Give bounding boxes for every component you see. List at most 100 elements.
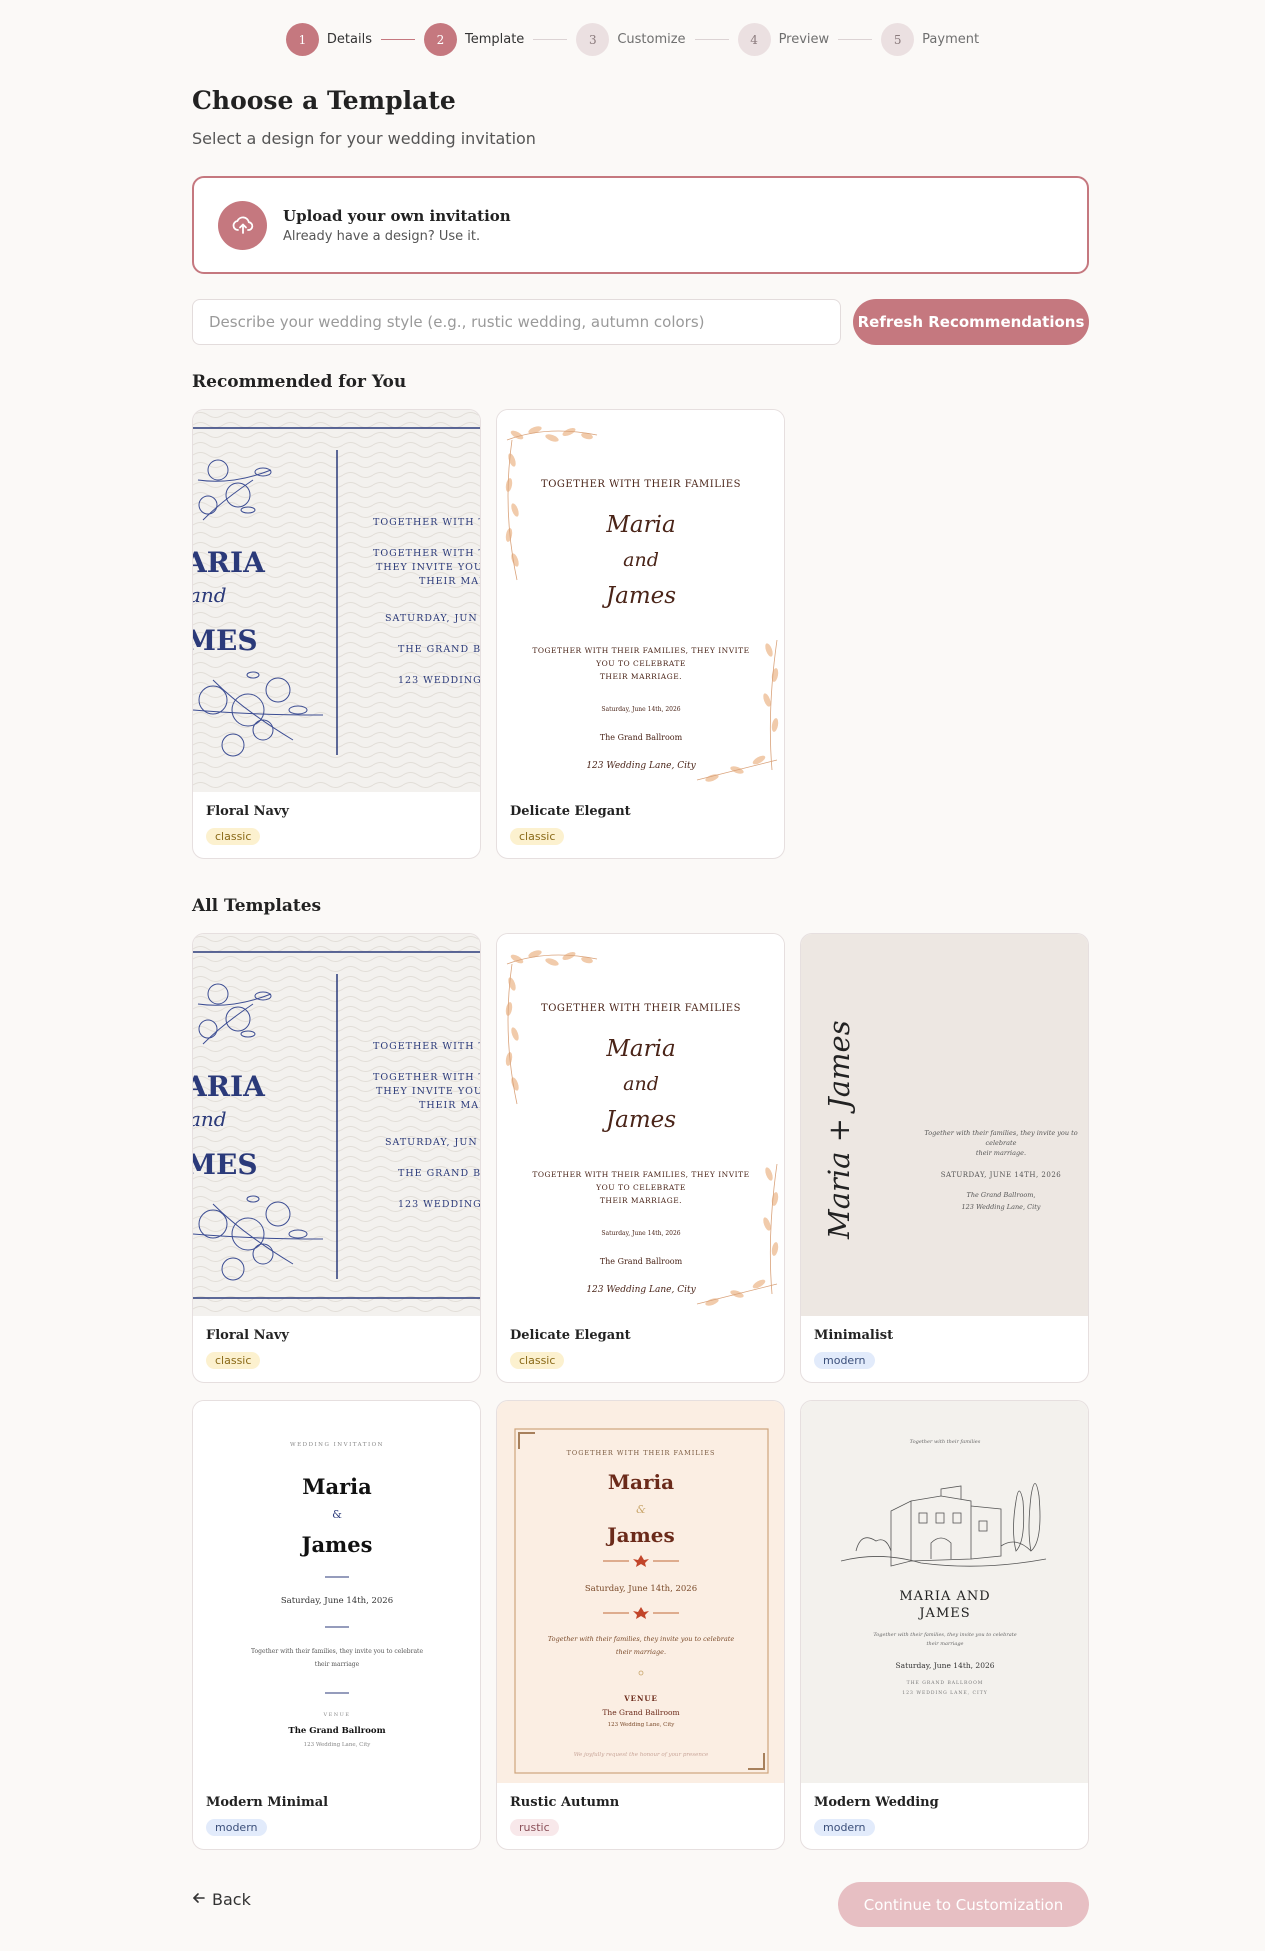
preview-venue: The Grand Ballroom bbox=[602, 1708, 679, 1717]
page-subtitle: Select a design for your wedding invitat… bbox=[192, 129, 536, 148]
template-card-modern-wedding[interactable]: Together with their families MARIA AND J… bbox=[800, 1400, 1089, 1850]
invite-line: THE GRAND B bbox=[398, 1168, 481, 1179]
template-preview: ARIA and MES TOGETHER WITH T TOGETHER WI… bbox=[193, 410, 481, 792]
invite-line: TOGETHER WITH T bbox=[373, 1072, 481, 1083]
template-tag: modern bbox=[814, 1352, 875, 1369]
upload-title: Upload your own invitation bbox=[283, 206, 511, 225]
template-name: Floral Navy bbox=[206, 1328, 289, 1343]
upload-own-invitation-button[interactable]: Upload your own invitation Already have … bbox=[192, 176, 1089, 274]
preview-venue-label: VENUE bbox=[623, 1694, 658, 1703]
template-card-delicate-elegant[interactable]: TOGETHER WITH THEIR FAMILIES Maria and J… bbox=[496, 409, 785, 859]
preview-top: Together with their families bbox=[910, 1439, 981, 1445]
preview-names: Maria + James bbox=[822, 1020, 856, 1240]
invite-line: their marriage. bbox=[976, 1149, 1026, 1157]
delicate-elegant-artwork: TOGETHER WITH THEIR FAMILIES Maria and J… bbox=[497, 410, 784, 792]
template-tag: classic bbox=[510, 1352, 565, 1369]
step-number: 1 bbox=[285, 23, 319, 56]
preview-venue: The Grand Ballroom bbox=[600, 733, 683, 742]
invite-line: 123 WEDDING bbox=[398, 1199, 481, 1210]
name-line: and bbox=[623, 1073, 659, 1095]
invite-line: celebrate bbox=[985, 1139, 1016, 1147]
step-label: Template bbox=[464, 32, 525, 47]
name-line: James bbox=[300, 1532, 373, 1557]
template-tag: modern bbox=[814, 1819, 875, 1836]
template-tag: modern bbox=[206, 1819, 267, 1836]
template-name: Delicate Elegant bbox=[510, 804, 631, 819]
template-card-modern-minimal[interactable]: WEDDING INVITATION Maria & James Saturda… bbox=[192, 1400, 481, 1850]
continue-button[interactable]: Continue to Customization bbox=[838, 1882, 1089, 1927]
name-line: Maria bbox=[608, 1470, 674, 1494]
recommended-heading: Recommended for You bbox=[192, 372, 407, 392]
invite-line: YOU TO CELEBRATE bbox=[595, 1183, 686, 1192]
name-line: and bbox=[623, 549, 659, 571]
preview-date: Saturday, June 14th, 2026 bbox=[585, 1584, 697, 1594]
invite-line: their marriage bbox=[926, 1641, 963, 1647]
step-number: 2 bbox=[423, 23, 457, 56]
invite-line: THE GRAND B bbox=[398, 644, 481, 655]
step-label: Payment bbox=[922, 32, 980, 47]
preview-footer: We joyfully request the honour of your p… bbox=[574, 1752, 709, 1758]
step-label: Details bbox=[326, 32, 372, 47]
template-preview: Together with their families MARIA AND J… bbox=[801, 1401, 1088, 1783]
step-preview[interactable]: 4 Preview bbox=[737, 23, 830, 56]
name-line: Maria bbox=[302, 1474, 372, 1499]
name-line: Maria bbox=[605, 512, 675, 538]
arrow-left-icon bbox=[192, 1890, 206, 1909]
preview-venue: THE GRAND BALLROOM bbox=[907, 1680, 984, 1686]
invite-line: TOGETHER WITH THEIR FAMILIES, THEY INVIT… bbox=[532, 646, 749, 655]
invite-line: THEIR MAR bbox=[419, 576, 481, 587]
name-line: & bbox=[332, 1508, 342, 1521]
delicate-elegant-artwork: TOGETHER WITH THEIR FAMILIES Maria and J… bbox=[497, 934, 784, 1316]
name-line: Maria bbox=[605, 1036, 675, 1062]
template-card-floral-navy[interactable]: ARIA and MES TOGETHER WITH T TOGETHER WI… bbox=[192, 933, 481, 1383]
invite-line: THEY INVITE YOU bbox=[376, 1086, 481, 1097]
preview-address: 123 Wedding Lane, City bbox=[586, 761, 696, 771]
step-label: Preview bbox=[778, 32, 830, 47]
names-line: and bbox=[193, 1107, 227, 1131]
preview-address: 123 Wedding Lane, City bbox=[586, 1285, 696, 1295]
page-title: Choose a Template bbox=[192, 86, 456, 115]
template-card-floral-navy[interactable]: ARIA and MES TOGETHER WITH T TOGETHER WI… bbox=[192, 409, 481, 859]
step-payment[interactable]: 5 Payment bbox=[881, 23, 979, 56]
progress-stepper: 1 Details 2 Template 3 Customize 4 Previ… bbox=[0, 23, 1265, 56]
template-card-rustic-autumn[interactable]: TOGETHER WITH THEIR FAMILIES Maria & Jam… bbox=[496, 1400, 785, 1850]
back-button[interactable]: Back bbox=[192, 1890, 251, 1909]
preview-top: WEDDING INVITATION bbox=[290, 1442, 384, 1448]
invite-line: their marriage bbox=[315, 1661, 360, 1668]
step-number: 5 bbox=[881, 23, 915, 56]
step-customize[interactable]: 3 Customize bbox=[576, 23, 686, 56]
step-details[interactable]: 1 Details bbox=[285, 23, 372, 56]
template-preview: WEDDING INVITATION Maria & James Saturda… bbox=[193, 1401, 480, 1783]
preview-venue: The Grand Ballroom bbox=[600, 1257, 683, 1266]
wedding-style-input[interactable] bbox=[192, 299, 841, 345]
preview-top: TOGETHER WITH THEIR FAMILIES bbox=[541, 1003, 741, 1014]
preview-date: Saturday, June 14th, 2026 bbox=[895, 1661, 994, 1670]
name-line: JAMES bbox=[917, 1606, 970, 1621]
rustic-autumn-artwork: TOGETHER WITH THEIR FAMILIES Maria & Jam… bbox=[497, 1401, 784, 1783]
name-line: MARIA AND bbox=[899, 1589, 990, 1604]
preview-venue: The Grand Ballroom, bbox=[967, 1191, 1036, 1199]
name-line: James bbox=[602, 583, 676, 609]
step-template[interactable]: 2 Template bbox=[423, 23, 525, 56]
names-line: ARIA bbox=[193, 1070, 266, 1103]
step-connector bbox=[694, 39, 729, 40]
template-tag: classic bbox=[510, 828, 565, 845]
refresh-recommendations-button[interactable]: Refresh Recommendations bbox=[853, 299, 1089, 345]
name-line: & bbox=[636, 1503, 646, 1516]
template-card-minimalist[interactable]: Maria + James Together with their famili… bbox=[800, 933, 1089, 1383]
preview-address: 123 Wedding Lane, City bbox=[608, 1722, 676, 1728]
invite-line: SATURDAY, JUN bbox=[385, 1137, 478, 1148]
template-name: Floral Navy bbox=[206, 804, 289, 819]
name-line: James bbox=[602, 1107, 676, 1133]
invite-line: 123 WEDDING bbox=[398, 675, 481, 686]
names-line: ARIA bbox=[193, 546, 266, 579]
invite-line: THEIR MAR bbox=[419, 1100, 481, 1111]
preview-address: 123 Wedding Lane, City bbox=[962, 1203, 1041, 1211]
cloud-upload-icon bbox=[218, 200, 267, 250]
template-card-delicate-elegant[interactable]: TOGETHER WITH THEIR FAMILIES Maria and J… bbox=[496, 933, 785, 1383]
step-connector bbox=[380, 39, 415, 40]
step-number: 3 bbox=[576, 23, 610, 56]
template-tag: rustic bbox=[510, 1819, 559, 1836]
template-tag: classic bbox=[206, 828, 261, 845]
invite-line: TOGETHER WITH THEIR FAMILIES, THEY INVIT… bbox=[532, 1170, 749, 1179]
